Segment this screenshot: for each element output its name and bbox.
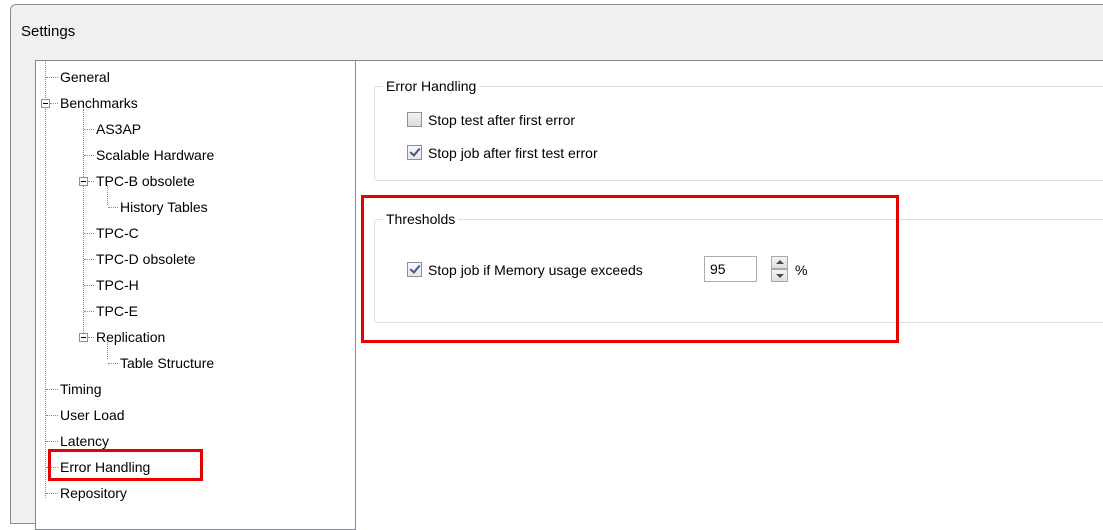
tree-item-label: TPC-B obsolete [96,173,195,189]
tree-item-timing[interactable]: Timing [36,378,336,402]
tree-item-label: History Tables [120,199,208,215]
error-handling-group: Error Handling Stop test after first err… [374,77,1103,181]
tree-item-history-tables[interactable]: History Tables [36,196,336,220]
tree-item-label: Benchmarks [60,95,138,111]
tree-item-tpc-e[interactable]: TPC-E [36,300,336,324]
spin-up-button[interactable] [771,256,788,269]
group-title: Thresholds [383,210,459,228]
group-title: Error Handling [383,77,480,95]
tree-item-as3ap[interactable]: AS3AP [36,118,336,142]
settings-window: Settings General Benchmarks AS3AP Scalab… [10,4,1103,530]
window-title: Settings [21,23,76,40]
tree-item-label: TPC-D obsolete [96,251,196,267]
memory-threshold-input[interactable]: 95 [704,256,757,282]
collapse-icon[interactable] [41,99,50,108]
tree-item-scalable-hardware[interactable]: Scalable Hardware [36,144,336,168]
settings-tree[interactable]: General Benchmarks AS3AP Scalable Hardwa… [35,60,356,530]
tree-item-label: TPC-C [96,225,139,241]
collapse-icon[interactable] [79,177,88,186]
checkbox-label: Stop job if Memory usage exceeds [428,262,643,278]
tree-item-label: User Load [60,407,125,423]
tree-item-label: Table Structure [120,355,215,371]
thresholds-group: Thresholds Stop job if Memory usage exce… [374,210,1103,323]
checkbox-checked-icon[interactable] [407,145,422,160]
tree-item-tpc-h[interactable]: TPC-H [36,274,336,298]
tree-item-replication[interactable]: Replication [36,326,336,350]
tree-item-label: Error Handling [60,459,151,475]
stop-job-checkbox[interactable]: Stop job after first test error [407,144,707,164]
stop-test-checkbox[interactable]: Stop test after first error [407,111,707,131]
tree-item-benchmarks[interactable]: Benchmarks [36,92,336,116]
percent-unit: % [795,262,808,278]
tree-item-tpc-d-obsolete[interactable]: TPC-D obsolete [36,248,336,272]
tree-item-tpc-c[interactable]: TPC-C [36,222,336,246]
tree-item-label: Timing [60,381,102,397]
tree-item-label: TPC-E [96,303,138,319]
tree-item-error-handling[interactable]: Error Handling [36,456,336,480]
tree-item-user-load[interactable]: User Load [36,404,336,428]
collapse-icon[interactable] [79,333,88,342]
tree-item-label: Replication [96,329,166,345]
tree-item-general[interactable]: General [36,66,336,90]
tree-item-tpc-b-obsolete[interactable]: TPC-B obsolete [36,170,336,194]
arrow-up-icon [776,260,784,264]
tree-item-repository[interactable]: Repository [36,482,336,506]
checkbox-label: Stop test after first error [428,112,576,128]
spin-down-button[interactable] [771,269,788,282]
tree-item-label: Scalable Hardware [96,147,215,163]
settings-content: Error Handling Stop test after first err… [356,60,1103,530]
tree-item-label: AS3AP [96,121,142,137]
tree-item-label: Latency [60,433,110,449]
checkbox-checked-icon[interactable] [407,262,422,277]
tree-item-label: General [60,69,110,85]
arrow-down-icon [776,274,784,278]
checkbox-icon[interactable] [407,112,422,127]
tree-item-latency[interactable]: Latency [36,430,336,454]
tree-item-label: Repository [60,485,127,501]
memory-threshold-checkbox[interactable]: Stop job if Memory usage exceeds [407,261,727,281]
tree-item-label: TPC-H [96,277,139,293]
spin-buttons[interactable] [771,256,788,282]
checkbox-label: Stop job after first test error [428,145,598,161]
tree-item-table-structure[interactable]: Table Structure [36,352,336,376]
